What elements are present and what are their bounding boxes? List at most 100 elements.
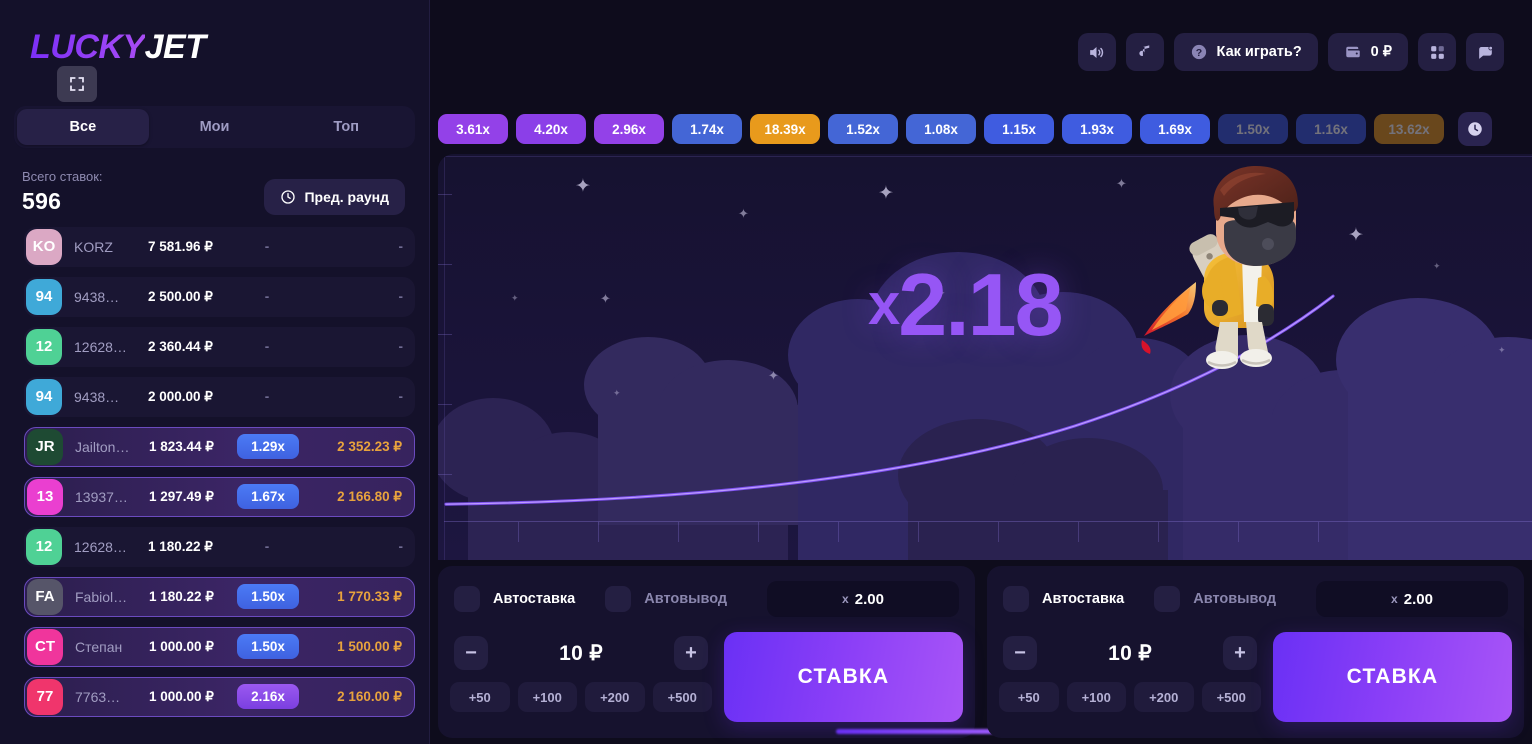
bet-row[interactable]: JR Jailton… 1 823.44 ₽ 1.29x 2 352.23 ₽ — [24, 426, 415, 467]
history-multiplier[interactable]: 18.39x — [750, 114, 820, 144]
wallet-button[interactable]: 0 ₽ — [1327, 33, 1408, 71]
bet-winnings: - — [398, 289, 404, 305]
bet-row[interactable]: KO KORZ 7 581.96 ₽ - - — [24, 226, 415, 267]
bet-list[interactable]: KO KORZ 7 581.96 ₽ - -94 9438… 2 500.00 ₽ - -12 1… — [0, 226, 429, 744]
history-multiplier[interactable]: 1.69x — [1140, 114, 1210, 144]
previous-round-label: Пред. раунд — [304, 188, 389, 205]
bet-row[interactable]: 12 12628… 2 360.44 ₽ - - — [24, 326, 415, 367]
bet-amount: 1 000.00 ₽ — [149, 638, 214, 654]
question-mark-icon: ? — [1191, 44, 1206, 60]
bet-panel-2: Автоставка Автовывод x 2.00 − 10 ₽ + +50 +100 +20… — [987, 566, 1524, 738]
tab-all[interactable]: Все — [17, 109, 149, 145]
autocashout-value-input[interactable]: x 2.00 — [1316, 581, 1508, 617]
quick-add-button[interactable]: +50 — [999, 682, 1059, 712]
place-bet-button[interactable]: СТАВКА — [1273, 632, 1512, 722]
stake-value: 10 ₽ — [1108, 641, 1152, 665]
autobet-checkbox[interactable] — [454, 586, 480, 612]
history-multiplier[interactable]: 13.62x — [1374, 114, 1444, 144]
history-multiplier[interactable]: 1.50x — [1218, 114, 1288, 144]
bet-amount: 1 297.49 ₽ — [149, 488, 214, 504]
chat-icon — [1478, 45, 1493, 59]
autocashout-value-input[interactable]: x 2.00 — [767, 581, 959, 617]
bet-multiplier: - — [264, 339, 270, 355]
bet-player-name: KORZ — [74, 238, 113, 255]
how-to-play-button[interactable]: ? Как играть? — [1173, 33, 1318, 71]
stake-value: 10 ₽ — [559, 641, 603, 665]
stake-stepper: − 10 ₽ + — [450, 630, 712, 676]
avatar: FA — [27, 578, 63, 615]
chat-button[interactable] — [1466, 33, 1504, 71]
history-multiplier[interactable]: 1.08x — [906, 114, 976, 144]
quick-add-button[interactable]: +500 — [652, 682, 712, 712]
avatar: JR — [27, 428, 63, 465]
autocashout-checkbox[interactable] — [605, 586, 632, 612]
bet-winnings: 1 500.00 ₽ — [337, 638, 402, 654]
bet-multiplier: 1.67x — [235, 484, 301, 510]
apps-grid-button[interactable] — [1418, 33, 1456, 71]
bet-player-name: 7763… — [75, 688, 121, 705]
quick-add-button[interactable]: +100 — [1066, 682, 1126, 712]
quick-add-button[interactable]: +100 — [517, 682, 577, 712]
multiplier-history-bar[interactable]: 3.61x 4.20x 2.96x 1.74x 18.39x 1.52x 1.08x 1.15… — [430, 104, 1532, 154]
bet-row[interactable]: FA Fabiol… 1 180.22 ₽ 1.50x 1 770.33 ₽ — [24, 576, 415, 617]
quick-add-button[interactable]: +50 — [450, 682, 510, 712]
logo-lucky: LUCKY — [30, 28, 145, 66]
multiplier-value: 2.18 — [898, 255, 1063, 354]
bet-winnings: 2 160.00 ₽ — [337, 688, 402, 704]
history-multiplier[interactable]: 1.15x — [984, 114, 1054, 144]
bet-amount: 1 180.22 ₽ — [149, 588, 214, 604]
bet-row[interactable]: 12 12628… 1 180.22 ₽ - - — [24, 526, 415, 567]
bet-row[interactable]: 94 9438… 2 500.00 ₽ - - — [24, 276, 415, 317]
stake-increment-button[interactable]: + — [673, 636, 708, 670]
tab-top[interactable]: Топ — [280, 109, 412, 145]
autobet-group[interactable]: Автоставка — [1003, 586, 1124, 612]
autocashout-value: 2.00 — [1403, 590, 1433, 608]
history-multiplier[interactable]: 3.61x — [438, 114, 508, 144]
previous-round-button[interactable]: Пред. раунд — [264, 178, 405, 215]
autocashout-checkbox[interactable] — [1154, 586, 1181, 612]
history-multiplier[interactable]: 1.93x — [1062, 114, 1132, 144]
stake-decrement-button[interactable]: − — [454, 636, 488, 670]
sound-toggle-button[interactable] — [1077, 33, 1116, 71]
history-multiplier[interactable]: 1.74x — [672, 114, 742, 144]
bet-player-name: 13937… — [75, 488, 128, 505]
bet-player-name: Jailton… — [75, 438, 130, 455]
bet-multiplier: - — [264, 289, 270, 305]
fullscreen-button[interactable] — [57, 66, 97, 102]
history-multiplier[interactable]: 4.20x — [516, 114, 586, 144]
quick-add-button[interactable]: +200 — [1134, 682, 1194, 712]
autobet-checkbox[interactable] — [1003, 586, 1029, 612]
bet-amount: 1 823.44 ₽ — [149, 438, 214, 454]
bet-row[interactable]: CT Степан 1 000.00 ₽ 1.50x 1 500.00 ₽ — [24, 626, 415, 667]
autocashout-group[interactable]: Автовывод — [1154, 586, 1276, 612]
place-bet-button[interactable]: СТАВКА — [724, 632, 963, 722]
clock-icon — [281, 190, 296, 204]
history-multiplier[interactable]: 1.52x — [828, 114, 898, 144]
panel-stake-row: − 10 ₽ + +50 +100 +200 +500 СТАВКА — [446, 624, 967, 730]
autocashout-x-prefix: x — [1391, 592, 1398, 606]
total-bets-label: Всего ставок: — [22, 169, 103, 184]
stake-stepper: − 10 ₽ + — [999, 630, 1261, 676]
history-multiplier[interactable]: 1.16x — [1296, 114, 1366, 144]
tab-my[interactable]: Мои — [149, 109, 281, 145]
stake-increment-button[interactable]: + — [1222, 636, 1257, 670]
quick-add-row: +50 +100 +200 +500 — [999, 682, 1261, 712]
bet-row[interactable]: 94 9438… 2 000.00 ₽ - - — [24, 376, 415, 417]
quick-add-button[interactable]: +200 — [585, 682, 645, 712]
bet-amount: 2 360.44 ₽ — [148, 338, 213, 354]
quick-add-button[interactable]: +500 — [1201, 682, 1261, 712]
bet-row[interactable]: 77 7763… 1 000.00 ₽ 2.16x 2 160.00 ₽ — [24, 676, 415, 717]
history-multiplier[interactable]: 2.96x — [594, 114, 664, 144]
bet-row[interactable]: 13 13937… 1 297.49 ₽ 1.67x 2 166.80 ₽ — [24, 476, 415, 517]
bet-winnings: 2 352.23 ₽ — [337, 438, 402, 454]
history-clock-button[interactable] — [1458, 112, 1492, 146]
stake-decrement-button[interactable]: − — [1003, 636, 1037, 670]
avatar: 13 — [27, 478, 63, 515]
panel-stake-row: − 10 ₽ + +50 +100 +200 +500 СТАВКА — [995, 624, 1516, 730]
autocashout-value: 2.00 — [854, 590, 884, 608]
avatar: CT — [27, 628, 63, 665]
autocashout-group[interactable]: Автовывод — [605, 586, 727, 612]
autobet-group[interactable]: Автоставка — [454, 586, 575, 612]
music-toggle-button[interactable] — [1125, 33, 1164, 71]
panel-options-row: Автоставка Автовывод x 2.00 — [995, 574, 1516, 624]
